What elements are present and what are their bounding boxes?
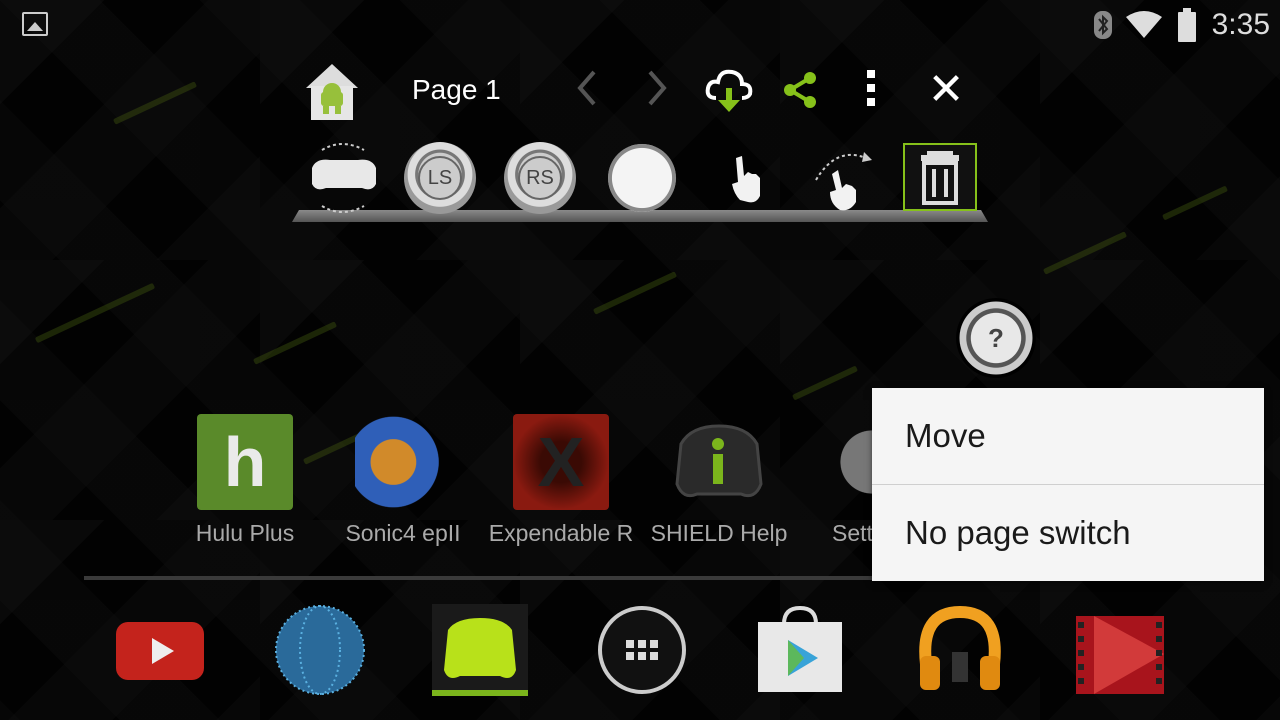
status-bar: 3:35 — [0, 0, 1280, 50]
gamepad-rotate-icon[interactable] — [306, 140, 382, 216]
help-button-label: ? — [988, 322, 1004, 353]
app-shield-help[interactable]: SHIELD Help — [644, 414, 794, 547]
browser-globe-icon[interactable] — [274, 604, 366, 696]
swipe-gesture-icon[interactable] — [806, 140, 882, 216]
app-label: Sonic4 epII — [345, 520, 461, 546]
trash-icon — [921, 151, 959, 205]
play-movies-icon[interactable] — [1074, 604, 1166, 696]
wifi-icon — [1125, 11, 1162, 39]
chevron-right-icon[interactable] — [636, 68, 676, 108]
share-icon[interactable] — [780, 70, 820, 110]
hulu-plus-icon: h — [197, 414, 293, 510]
toolbar-top-row: Page 1 ✕ — [292, 58, 988, 128]
battery-icon — [1176, 8, 1198, 42]
clock: 3:35 — [1211, 8, 1270, 41]
status-icons: 3:35 — [1093, 6, 1270, 44]
android-home-icon[interactable] — [304, 62, 360, 120]
right-stick-button[interactable]: RS — [504, 142, 576, 214]
app-sonic4[interactable]: Sonic4 epII — [328, 414, 478, 547]
image-notification-icon — [22, 12, 48, 36]
cloud-download-icon[interactable] — [704, 66, 754, 116]
tap-gesture-icon[interactable] — [712, 140, 788, 216]
mapping-toolbar: Page 1 ✕ LS RS — [292, 58, 988, 228]
delete-tool[interactable] — [903, 143, 977, 211]
context-menu: Move No page switch — [872, 388, 1264, 581]
page-title: Page 1 — [412, 74, 501, 105]
button-tool[interactable] — [608, 144, 676, 212]
help-button[interactable]: ? — [956, 298, 1036, 378]
menu-item-no-page-switch[interactable]: No page switch — [872, 485, 1264, 581]
sonic4-icon — [355, 414, 451, 510]
shield-help-icon — [671, 414, 767, 510]
left-stick-button[interactable]: LS — [404, 142, 476, 214]
shield-hub-icon[interactable] — [432, 604, 528, 696]
app-hulu-plus[interactable]: h Hulu Plus — [170, 414, 320, 547]
menu-item-move[interactable]: Move — [872, 388, 1264, 484]
settings-gear-icon — [832, 414, 872, 510]
play-store-icon[interactable] — [754, 604, 846, 696]
play-music-icon[interactable] — [914, 604, 1006, 696]
expendable-icon: X — [513, 414, 609, 510]
more-vert-icon[interactable] — [864, 70, 878, 112]
app-label: Hulu Plus — [195, 520, 295, 546]
chevron-left-icon[interactable] — [568, 68, 608, 108]
left-stick-label: LS — [418, 156, 462, 200]
app-settings[interactable]: Settings — [806, 414, 872, 547]
app-drawer-icon[interactable] — [596, 604, 688, 696]
toolbar-tools-row: LS RS — [292, 140, 988, 230]
app-label: Expendable R — [488, 520, 634, 546]
app-label: Settings — [832, 520, 872, 546]
app-expendable[interactable]: X Expendable R — [486, 414, 636, 547]
app-label: SHIELD Help — [650, 520, 788, 546]
youtube-icon[interactable] — [114, 604, 206, 696]
close-icon[interactable]: ✕ — [926, 66, 966, 114]
bluetooth-icon — [1093, 11, 1112, 39]
dock-divider — [84, 576, 874, 580]
right-stick-label: RS — [518, 156, 562, 200]
